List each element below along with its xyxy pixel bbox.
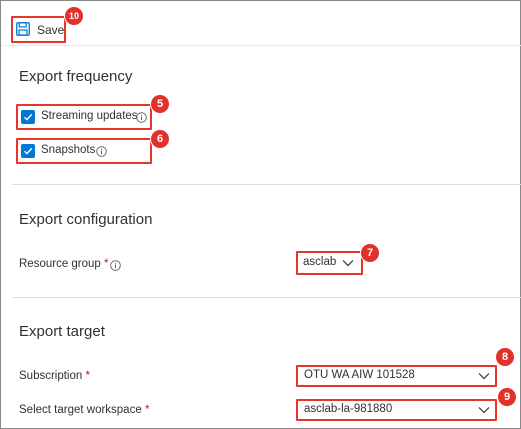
callout-badge-snapshots: 6 [151,130,169,148]
callout-badge-streaming-updates: 5 [151,95,169,113]
required-marker: * [85,370,90,382]
subscription-callout [296,365,497,387]
section-divider [12,297,521,298]
section-title-export-target: Export target [19,323,105,340]
snapshots-callout [16,138,152,164]
resource-group-callout [296,251,363,275]
save-callout [11,16,66,43]
target-workspace-callout [296,399,497,421]
callout-badge-target-workspace: 9 [498,388,516,406]
callout-badge-resource-group: 7 [361,244,379,262]
callout-badge-save: 10 [65,7,83,25]
subscription-label: Subscription * [19,370,90,382]
required-marker: * [104,258,109,270]
resource-group-label: Resource group * [19,258,109,270]
required-marker: * [144,404,150,416]
export-settings-panel: Save 10 Export frequency Streaming updat… [0,0,521,429]
section-title-export-configuration: Export configuration [19,211,153,228]
callout-badge-subscription: 8 [496,348,514,366]
section-divider [12,184,521,185]
info-icon[interactable] [110,260,121,271]
section-title-export-frequency: Export frequency [19,68,133,85]
toolbar-divider [2,45,521,46]
streaming-updates-callout [16,104,152,130]
target-workspace-label: Select target workspace * [19,404,150,416]
